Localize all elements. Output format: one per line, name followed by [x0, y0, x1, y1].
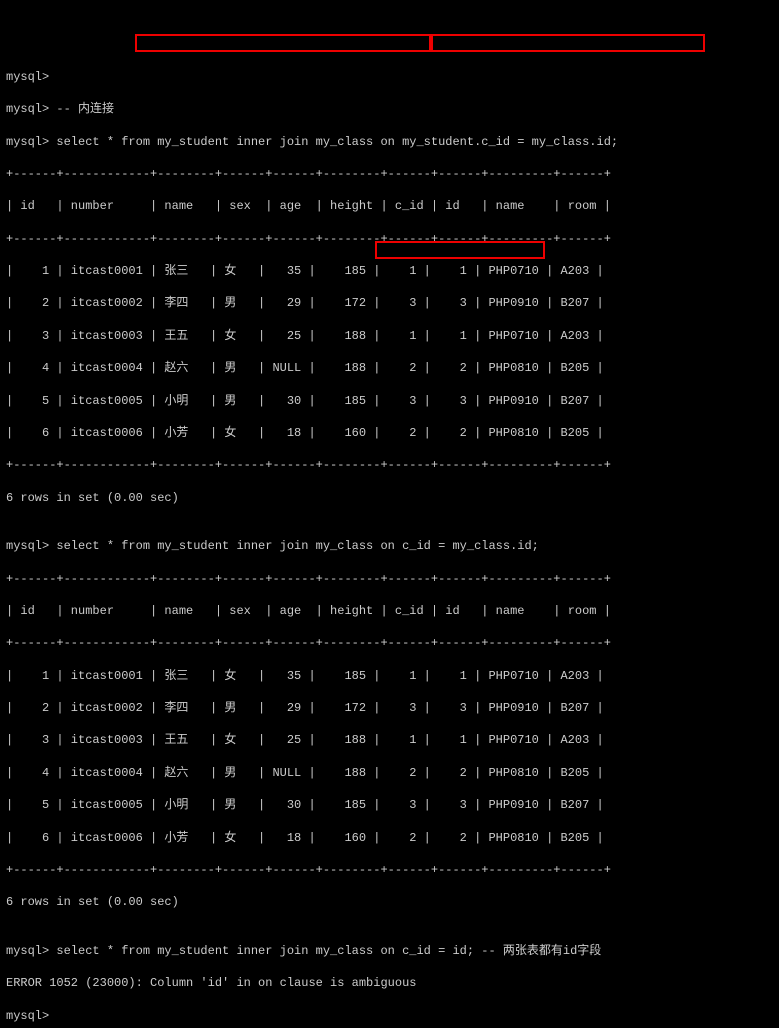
table-border: +------+------------+--------+------+---… — [6, 571, 773, 587]
table-border: +------+------------+--------+------+---… — [6, 166, 773, 182]
table-row: | 1 | itcast0001 | 张三 | 女 | 35 | 185 | 1… — [6, 668, 773, 684]
table-border: +------+------------+--------+------+---… — [6, 635, 773, 651]
table-row: | 3 | itcast0003 | 王五 | 女 | 25 | 188 | 1… — [6, 732, 773, 748]
table-row: | 3 | itcast0003 | 王五 | 女 | 25 | 188 | 1… — [6, 328, 773, 344]
table-border: +------+------------+--------+------+---… — [6, 862, 773, 878]
sql-query-2: mysql> select * from my_student inner jo… — [6, 538, 773, 554]
table-row: | 1 | itcast0001 | 张三 | 女 | 35 | 185 | 1… — [6, 263, 773, 279]
table-header: | id | number | name | sex | age | heigh… — [6, 198, 773, 214]
table-row: | 5 | itcast0005 | 小明 | 男 | 30 | 185 | 3… — [6, 797, 773, 813]
highlight-box-condition-full — [431, 34, 705, 52]
table-row: | 5 | itcast0005 | 小明 | 男 | 30 | 185 | 3… — [6, 393, 773, 409]
result-status: 6 rows in set (0.00 sec) — [6, 894, 773, 910]
sql-query-1: mysql> select * from my_student inner jo… — [6, 134, 773, 150]
table-row: | 4 | itcast0004 | 赵六 | 男 | NULL | 188 |… — [6, 765, 773, 781]
result-status: 6 rows in set (0.00 sec) — [6, 490, 773, 506]
sql-query-3: mysql> select * from my_student inner jo… — [6, 943, 773, 959]
table-row: | 2 | itcast0002 | 李四 | 男 | 29 | 172 | 3… — [6, 700, 773, 716]
table-row: | 6 | itcast0006 | 小芳 | 女 | 18 | 160 | 2… — [6, 830, 773, 846]
table-row: | 6 | itcast0006 | 小芳 | 女 | 18 | 160 | 2… — [6, 425, 773, 441]
terminal-line: mysql> — [6, 69, 773, 85]
comment-line: mysql> -- 内连接 — [6, 101, 773, 117]
error-message: ERROR 1052 (23000): Column 'id' in on cl… — [6, 975, 773, 991]
table-row: | 4 | itcast0004 | 赵六 | 男 | NULL | 188 |… — [6, 360, 773, 376]
terminal-prompt: mysql> — [6, 1008, 773, 1024]
table-border: +------+------------+--------+------+---… — [6, 231, 773, 247]
table-header: | id | number | name | sex | age | heigh… — [6, 603, 773, 619]
table-border: +------+------------+--------+------+---… — [6, 457, 773, 473]
table-row: | 2 | itcast0002 | 李四 | 男 | 29 | 172 | 3… — [6, 295, 773, 311]
highlight-box-tables — [135, 34, 431, 52]
